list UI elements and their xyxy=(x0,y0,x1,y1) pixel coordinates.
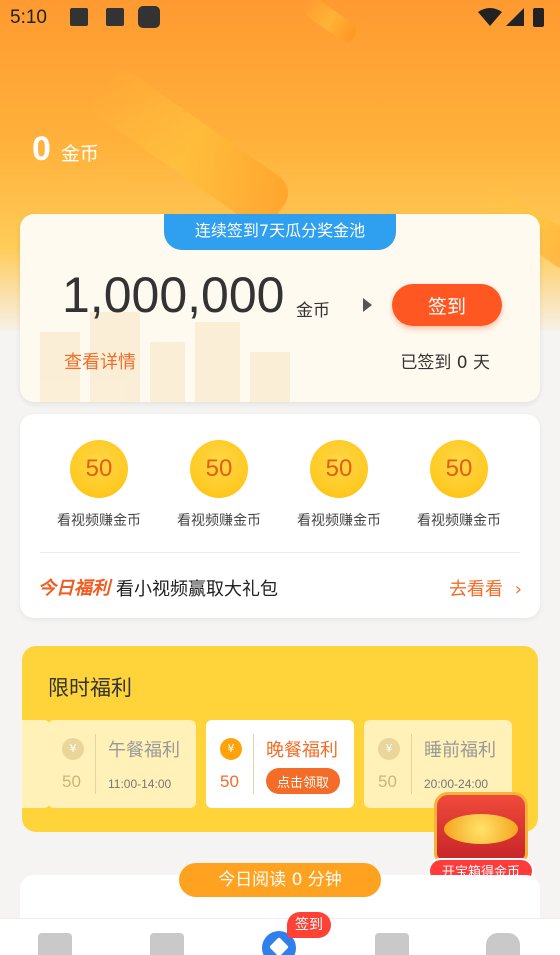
go-watch-link[interactable]: 去看看 › xyxy=(449,575,522,601)
treasure-chest-button[interactable]: 开宝箱得金币 xyxy=(426,790,536,886)
meal-time: 11:00-14:00 xyxy=(108,777,172,791)
sign-in-button[interactable]: 签到 xyxy=(392,284,502,326)
balance-unit: 金币 xyxy=(60,143,99,165)
chevron-right-icon: › xyxy=(514,579,522,600)
coin-icon: ¥ xyxy=(62,738,84,760)
signal-icon xyxy=(506,8,524,26)
coin-icon: ¥ xyxy=(220,738,242,760)
claim-button[interactable]: 点击领取 xyxy=(266,768,340,794)
app-notification-icon xyxy=(138,6,160,28)
meal-coins: 50 xyxy=(220,772,239,791)
nav-profile-icon[interactable] xyxy=(486,933,520,955)
prize-pool-amount: 1,000,000 xyxy=(62,267,285,323)
signin-card: 连续签到7天瓜分奖金池 1,000,000 金币 签到 查看详情 已签到 0 天 xyxy=(20,214,540,402)
tasks-card: 50 看视频赚金币 50 看视频赚金币 50 看视频赚金币 50 看视频赚金币 … xyxy=(20,414,540,618)
meal-name: 午餐福利 xyxy=(108,740,180,761)
meal-coins: 50 xyxy=(378,772,397,791)
wifi-icon xyxy=(478,8,502,26)
gold-coins-icon xyxy=(444,814,518,844)
divider xyxy=(253,734,254,794)
meal-name: 睡前福利 xyxy=(424,740,496,761)
task-label: 看视频赚金币 xyxy=(57,513,141,529)
task-label: 看视频赚金币 xyxy=(177,513,261,529)
meal-card-partial xyxy=(22,720,50,808)
meal-card-lunch[interactable]: ¥ 50 午餐福利 11:00-14:00 xyxy=(48,720,196,808)
signed-days: 已签到 0 天 xyxy=(400,353,490,373)
balance-amount: 0 xyxy=(32,130,51,168)
nav-bookstore-icon[interactable] xyxy=(38,933,72,955)
task-item[interactable]: 50 看视频赚金币 xyxy=(399,440,519,530)
divider xyxy=(95,734,96,794)
nav-rank-icon[interactable] xyxy=(375,933,409,955)
coin-balance: 0 金币 xyxy=(32,130,99,169)
divider xyxy=(40,552,520,553)
welfare-description[interactable]: 看小视频赢取大礼包 xyxy=(116,575,278,601)
task-item[interactable]: 50 看视频赚金币 xyxy=(39,440,159,530)
task-label: 看视频赚金币 xyxy=(417,513,501,529)
status-time: 5:10 xyxy=(10,7,47,28)
coin-icon: 50 xyxy=(190,440,248,498)
task-item[interactable]: 50 看视频赚金币 xyxy=(279,440,399,530)
battery-icon xyxy=(533,8,544,27)
status-bar: 5:10 xyxy=(0,0,560,36)
meal-name: 晚餐福利 xyxy=(266,740,338,761)
limited-welfare-title: 限时福利 xyxy=(48,676,132,700)
play-arrow-icon xyxy=(363,298,372,312)
coin-icon: 50 xyxy=(430,440,488,498)
signin-banner: 连续签到7天瓜分奖金池 xyxy=(164,214,396,250)
prize-pool-unit: 金币 xyxy=(296,301,330,321)
task-item[interactable]: 50 看视频赚金币 xyxy=(159,440,279,530)
meal-card-dinner[interactable]: ¥ 50 晚餐福利 点击领取 xyxy=(206,720,354,808)
divider xyxy=(411,734,412,794)
coin-icon: 50 xyxy=(310,440,368,498)
font-notification-icon xyxy=(106,8,124,26)
decor-streak xyxy=(84,61,296,234)
coin-icon: ¥ xyxy=(378,738,400,760)
task-label: 看视频赚金币 xyxy=(297,513,381,529)
today-welfare-tag: 今日福利 xyxy=(38,578,110,599)
bottom-nav xyxy=(0,918,560,955)
go-watch-label: 去看看 xyxy=(449,579,504,600)
meal-coins: 50 xyxy=(62,772,81,791)
view-details-link[interactable]: 查看详情 xyxy=(64,348,136,374)
reading-time-pill: 今日阅读 0 分钟 xyxy=(179,863,381,897)
meal-time: 20:00-24:00 xyxy=(424,777,489,791)
image-notification-icon xyxy=(70,8,88,26)
nav-signin-badge[interactable]: 签到 xyxy=(287,912,331,938)
coin-icon: 50 xyxy=(70,440,128,498)
nav-bookshelf-icon[interactable] xyxy=(150,933,184,955)
